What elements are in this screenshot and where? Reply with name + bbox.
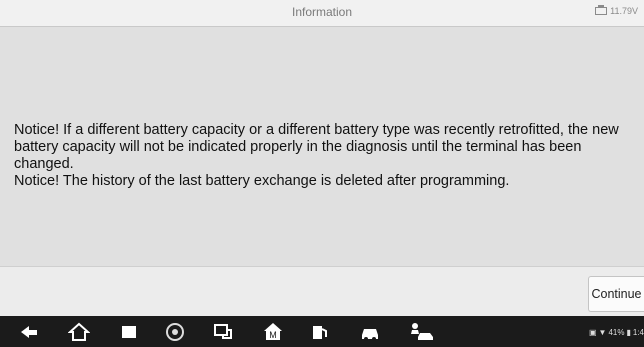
car-icon[interactable] — [359, 321, 381, 343]
shop-icon[interactable] — [309, 321, 331, 343]
recent-apps-icon[interactable] — [118, 321, 140, 343]
wifi-icon: ▼ — [598, 328, 607, 337]
notice-text: Notice! If a different battery capacity … — [14, 122, 619, 189]
back-icon[interactable] — [18, 321, 40, 343]
home-icon[interactable] — [68, 321, 90, 343]
chrome-icon[interactable] — [164, 321, 186, 343]
page-title: Information — [291, 5, 353, 19]
voltage-value: 11.79V — [610, 6, 638, 16]
vci-icon[interactable] — [212, 321, 234, 343]
battery-icon — [595, 5, 608, 15]
chat-icon: ▣ — [588, 328, 597, 337]
content-area: Notice! If a different battery capacity … — [0, 27, 644, 266]
maxifix-icon[interactable]: M — [262, 321, 284, 343]
battery-status-icon: ▮ — [626, 328, 631, 337]
action-bar — [0, 266, 644, 317]
people-car-icon[interactable] — [409, 321, 435, 343]
status-battery: 41% — [608, 328, 625, 337]
svg-text:M: M — [269, 330, 277, 340]
android-navigation-bar: M ▣ ▼ 41% ▮ 1:4 — [0, 316, 644, 347]
continue-button[interactable]: Continue — [588, 276, 644, 312]
status-time: 1:4 — [632, 328, 644, 337]
status-area: ▣ ▼ 41% ▮ 1:4 — [589, 328, 644, 337]
title-bar: Information 11.79V — [0, 0, 644, 27]
voltage-indicator: 11.79V — [595, 5, 638, 16]
